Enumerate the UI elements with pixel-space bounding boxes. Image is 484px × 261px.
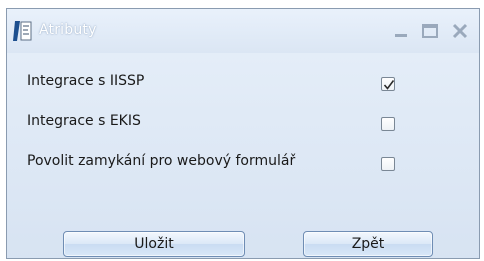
title-bar[interactable]: Atributy	[7, 9, 479, 53]
save-button-label: Uložit	[134, 236, 174, 252]
back-button[interactable]: Zpět	[303, 231, 433, 257]
dialog-window: Atributy Integrace s IISSP Integrace s E…	[6, 8, 480, 259]
window-title: Atributy	[39, 22, 97, 38]
close-icon[interactable]	[450, 21, 470, 41]
app-document-icon	[13, 19, 33, 43]
back-button-label: Zpět	[351, 236, 385, 252]
checkbox-ekis[interactable]	[381, 117, 395, 131]
maximize-icon[interactable]	[420, 21, 440, 41]
option-label-iissp: Integrace s IISSP	[27, 73, 145, 89]
checkmark-icon	[383, 80, 395, 90]
checkbox-web-lock[interactable]	[381, 157, 395, 171]
checkbox-iissp[interactable]	[381, 77, 395, 91]
option-label-web-lock: Povolit zamykání pro webový formulář	[27, 153, 296, 169]
dialog-content: Integrace s IISSP Integrace s EKIS Povol…	[7, 53, 479, 258]
option-label-ekis: Integrace s EKIS	[27, 113, 141, 129]
save-button[interactable]: Uložit	[63, 231, 245, 257]
minimize-icon[interactable]	[391, 21, 411, 41]
